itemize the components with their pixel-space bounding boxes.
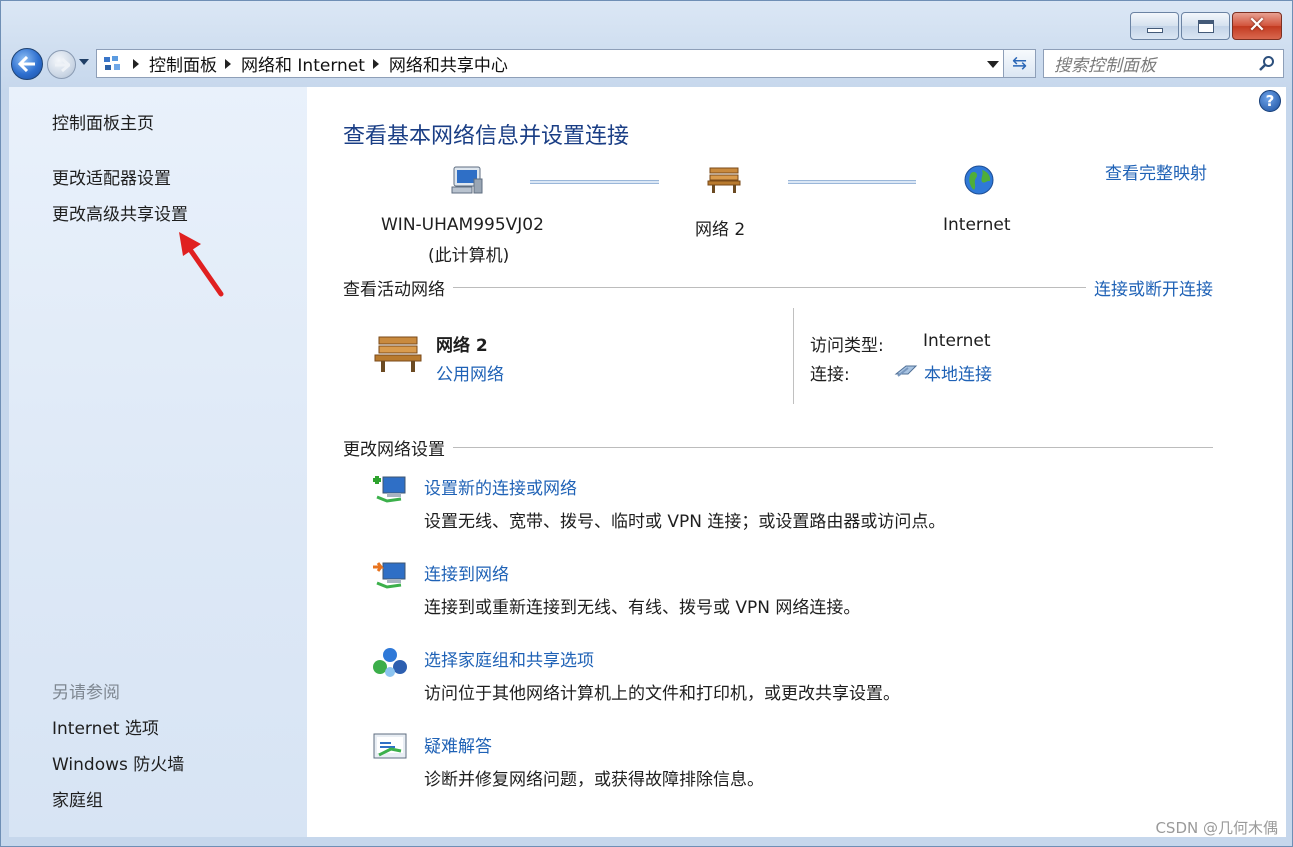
breadcrumb-separator-icon[interactable] <box>133 58 139 69</box>
recent-pages-dropdown-icon[interactable] <box>79 59 89 65</box>
divider <box>793 308 794 404</box>
internet-options-link[interactable]: Internet 选项 <box>52 714 159 739</box>
task-troubleshoot-link[interactable]: 疑难解答 <box>424 732 492 757</box>
map-connection-line <box>530 180 659 184</box>
search-icon[interactable] <box>1259 55 1275 71</box>
refresh-button[interactable]: ⇆ <box>1004 49 1036 78</box>
arrow-right-icon <box>54 57 70 72</box>
connection-label: 连接: <box>810 365 850 385</box>
address-dropdown-icon[interactable] <box>987 61 999 68</box>
computer-icon <box>451 166 483 194</box>
new-connection-icon <box>373 476 406 503</box>
breadcrumb-network-internet[interactable]: 网络和 Internet <box>241 51 365 76</box>
maximize-icon <box>1197 19 1214 33</box>
connect-to-network-icon <box>373 562 406 589</box>
back-button[interactable] <box>11 48 43 80</box>
left-task-pane: 控制面板主页 更改适配器设置 更改高级共享设置 另请参阅 Internet 选项… <box>9 87 307 837</box>
internet-globe-icon <box>964 165 994 195</box>
breadcrumb-separator-icon[interactable] <box>372 58 379 69</box>
search-input[interactable]: 搜索控制面板 <box>1043 49 1284 78</box>
access-type-value: Internet <box>923 331 991 351</box>
windows-firewall-link[interactable]: Windows 防火墙 <box>52 750 184 775</box>
connect-disconnect-link[interactable]: 连接或断开连接 <box>1094 275 1213 300</box>
red-annotation-arrow <box>179 232 224 297</box>
close-button[interactable]: ✕ <box>1232 12 1282 40</box>
task-setup-new-connection-desc: 设置无线、宽带、拨号、临时或 VPN 连接；或设置路由器或访问点。 <box>424 512 946 532</box>
main-content-pane <box>307 87 1286 837</box>
map-computer-name: WIN-UHAM995VJ02 <box>381 215 544 235</box>
task-homegroup-sharing-desc: 访问位于其他网络计算机上的文件和打印机，或更改共享设置。 <box>424 684 900 704</box>
change-advanced-sharing-link[interactable]: 更改高级共享设置 <box>52 200 188 225</box>
active-network-name: 网络 2 <box>436 336 488 356</box>
task-connect-to-network-desc: 连接到或重新连接到无线、有线、拨号或 VPN 网络连接。 <box>424 598 861 618</box>
change-settings-header: 更改网络设置 <box>343 440 445 460</box>
page-title: 查看基本网络信息并设置连接 <box>343 124 630 149</box>
address-bar[interactable]: 控制面板 网络和 Internet 网络和共享中心 <box>96 49 1004 78</box>
refresh-icon: ⇆ <box>1011 53 1028 74</box>
maximize-button[interactable] <box>1181 12 1230 40</box>
breadcrumb-control-panel[interactable]: 控制面板 <box>149 51 217 76</box>
control-panel-icon <box>104 55 120 70</box>
local-connection-link[interactable]: 本地连接 <box>924 360 992 385</box>
task-connect-to-network-link[interactable]: 连接到网络 <box>424 560 509 585</box>
divider <box>453 447 1213 448</box>
homegroup-link[interactable]: 家庭组 <box>52 786 103 811</box>
map-connection-line <box>788 180 916 184</box>
minimize-icon <box>1146 27 1163 33</box>
see-also-header: 另请参阅 <box>52 683 120 703</box>
active-networks-header: 查看活动网络 <box>343 280 445 300</box>
task-homegroup-sharing-link[interactable]: 选择家庭组和共享选项 <box>424 646 594 671</box>
network-bench-icon <box>707 167 741 193</box>
task-troubleshoot-desc: 诊断并修复网络问题，或获得故障排除信息。 <box>424 770 764 790</box>
close-icon: ✕ <box>1247 13 1267 38</box>
breadcrumb-separator-icon[interactable] <box>225 58 231 69</box>
public-network-bench-icon <box>374 336 422 372</box>
window: ✕ 控制面板 网络和 Internet 网络和共享中心 ⇆ 搜索控制面板 控制面… <box>0 0 1293 847</box>
access-type-label: 访问类型: <box>810 336 884 356</box>
task-setup-new-connection-link[interactable]: 设置新的连接或网络 <box>424 474 577 499</box>
search-placeholder: 搜索控制面板 <box>1054 56 1156 76</box>
ethernet-connection-icon <box>894 365 918 377</box>
help-icon[interactable]: ? <box>1259 90 1281 112</box>
control-panel-home-link[interactable]: 控制面板主页 <box>52 109 154 134</box>
active-networks-header-row: 查看活动网络 连接或断开连接 <box>343 275 1213 300</box>
breadcrumb-network-sharing-center[interactable]: 网络和共享中心 <box>389 51 508 76</box>
caption-buttons: ✕ <box>1130 12 1282 40</box>
homegroup-icon <box>373 648 407 677</box>
troubleshoot-icon <box>373 733 407 759</box>
divider <box>453 287 1086 288</box>
minimize-button[interactable] <box>1130 12 1179 40</box>
change-settings-header-row: 更改网络设置 <box>343 435 1213 460</box>
view-full-map-link[interactable]: 查看完整映射 <box>1105 159 1207 184</box>
watermark: CSDN @几何木偶 <box>1155 819 1278 837</box>
map-network-name: 网络 2 <box>695 220 746 240</box>
map-computer-subtitle: (此计算机) <box>428 246 510 266</box>
map-internet-label: Internet <box>943 215 1011 235</box>
arrow-left-icon <box>18 56 35 72</box>
forward-button[interactable] <box>47 50 76 79</box>
change-adapter-settings-link[interactable]: 更改适配器设置 <box>52 164 171 189</box>
network-type-link[interactable]: 公用网络 <box>436 360 504 385</box>
